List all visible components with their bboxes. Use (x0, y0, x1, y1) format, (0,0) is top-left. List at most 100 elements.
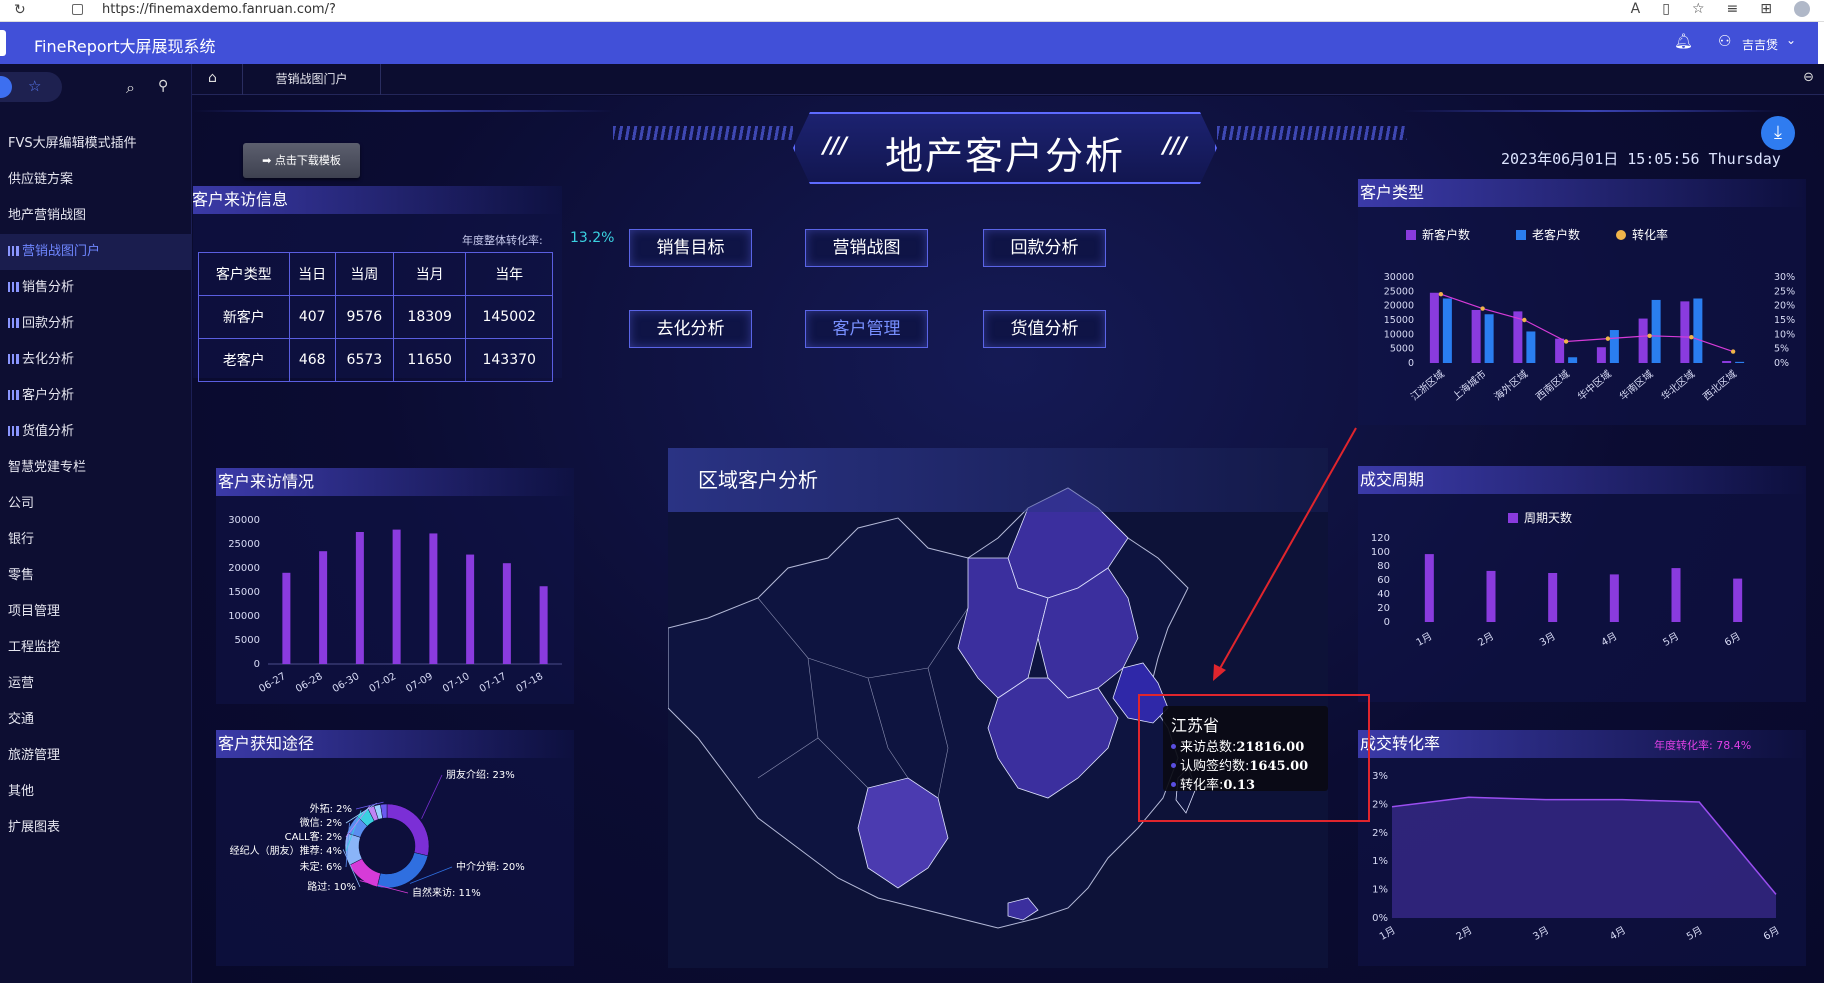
reload-icon[interactable]: ↻ (14, 2, 26, 18)
sidebar-item[interactable]: 扩展图表 (0, 810, 192, 846)
x-tick-label: 6月 (1722, 630, 1742, 649)
y-tick-label: 30000 (228, 515, 260, 526)
user-icon[interactable]: ⚇ (1718, 32, 1731, 50)
nav-button-sales-target[interactable]: 销售目标 (629, 229, 752, 267)
slice-label: 微信: 2% (300, 816, 342, 829)
nav-button-sell-through[interactable]: 去化分析 (629, 310, 752, 348)
rate-point (1730, 349, 1736, 354)
sidebar-item[interactable]: 项目管理 (0, 594, 192, 630)
x-tick-label: 6月 (1761, 924, 1781, 943)
more-options-icon[interactable]: ⊖ (1803, 70, 1814, 85)
y-tick-label-right: 15% (1774, 315, 1795, 326)
sidebar-item[interactable]: 公司 (0, 486, 192, 522)
channels-panel: 客户获知途径 朋友介绍: 23% 中介分销: 20% 自然来访: 11% 路过: 10… (216, 730, 574, 966)
sidebar-item[interactable]: 地产营销战图 (0, 198, 192, 234)
username[interactable]: 吉吉煲 (1742, 36, 1778, 53)
sidebar-item[interactable]: 旅游管理 (0, 738, 192, 774)
download-template-button[interactable]: ➡ 点击下载模板 (243, 143, 360, 178)
nav-button-collections[interactable]: 回款分析 (983, 229, 1106, 267)
home-icon[interactable]: ⌂ (208, 70, 217, 86)
download-icon[interactable]: ⤓ (1761, 116, 1795, 150)
sidebar-item[interactable]: 供应链方案 (0, 162, 192, 198)
table-header: 当月 (392, 252, 467, 296)
x-tick-label: 4月 (1599, 630, 1619, 649)
favorites-toggle[interactable]: ☆ (0, 72, 62, 102)
conversion-chart: 0% 1% 1% 2% 2% 3% 1月 2月 3月 4月 5月 6月 (1372, 771, 1781, 943)
site-info-icon[interactable] (72, 4, 83, 15)
sidebar-item[interactable]: 其他 (0, 774, 192, 810)
slice-label: 自然来访: 11% (412, 886, 481, 899)
table-cell: 407 (288, 295, 336, 339)
rate-point (1647, 333, 1652, 338)
table-cell: 11650 (392, 338, 467, 382)
table-cell: 新客户 (198, 295, 290, 339)
bar (1548, 573, 1558, 622)
tab-portal[interactable]: 营销战图门户 (243, 64, 381, 95)
sidebar-item[interactable]: 销售分析 (0, 270, 192, 306)
bell-icon[interactable]: 🔔︎ (1674, 32, 1693, 50)
nav-button-asset-value[interactable]: 货值分析 (983, 310, 1106, 348)
sidebar-item-label: 其他 (8, 784, 35, 799)
nav-button-customer-management[interactable]: 客户管理 (805, 310, 928, 348)
sidebar-item[interactable]: 工程监控 (0, 630, 192, 666)
star-icon: ☆ (28, 77, 42, 95)
sidebar-item[interactable]: 银行 (0, 522, 192, 558)
y-tick-label: 15000 (1384, 315, 1414, 326)
legend-swatch (1516, 230, 1526, 240)
nav-button-marketing-map[interactable]: 营销战图 (805, 229, 928, 267)
sidebar-item[interactable]: 去化分析 (0, 342, 192, 378)
sidebar-item[interactable]: 运营 (0, 666, 192, 702)
sidebar-item[interactable]: FVS大屏编辑模式插件 (0, 126, 192, 162)
table-row: 新客户 407 9576 18309 145002 (198, 295, 553, 339)
sidebar-nav: FVS大屏编辑模式插件 供应链方案 地产营销战图 营销战图门户 销售分析 回款分析 去化分析… (0, 126, 192, 846)
bar-chart-icon (8, 426, 19, 436)
y-tick-label: 5000 (235, 635, 260, 646)
table-header: 当周 (334, 252, 394, 296)
sidebar-item[interactable]: 客户分析 (0, 378, 192, 414)
visit-trend-panel: 客户来访情况 0 5000 10000 15000 20000 25000 30000 06-… (216, 468, 574, 704)
app-header: FineReport大屏展现系统 🔔︎ ⚇ 吉吉煲 ⌄ (0, 22, 1824, 64)
bar-old (1609, 330, 1619, 363)
bar (1671, 568, 1681, 622)
pin-icon[interactable]: ⚲ (158, 78, 168, 94)
sidebar-item[interactable]: 零售 (0, 558, 192, 594)
rate-point (1480, 306, 1485, 311)
sidebar-item[interactable]: 回款分析 (0, 306, 192, 342)
panel-title: 成交周期 (1358, 466, 1806, 494)
x-tick-label: 上海城市 (1450, 367, 1489, 403)
split-screen-icon[interactable]: ▯ (1662, 1, 1670, 17)
bar (392, 529, 401, 664)
dashboard-title-banner: /// 地产客户分析 /// (793, 112, 1217, 184)
y-tick-label: 2% (1372, 828, 1388, 839)
sidebar-item[interactable]: 交通 (0, 702, 192, 738)
bar-old (1484, 314, 1494, 363)
chevron-down-icon[interactable]: ⌄ (1786, 33, 1796, 47)
bar (466, 554, 475, 664)
sidebar-item[interactable]: 货值分析 (0, 414, 192, 450)
donut-slice (386, 803, 430, 857)
bar-old (1693, 298, 1703, 363)
address-bar[interactable]: https://finemaxdemo.fanruan.com/? (102, 2, 336, 17)
y-tick-label: 10000 (228, 611, 260, 622)
sidebar-item[interactable]: 智慧党建专栏 (0, 450, 192, 486)
x-tick-label: 07-17 (478, 671, 509, 695)
rate-point (1522, 317, 1527, 323)
y-tick-label: 1% (1372, 885, 1388, 896)
collections-icon[interactable]: ≡ (1727, 1, 1739, 17)
y-tick-label: 30000 (1384, 272, 1414, 283)
read-aloud-icon[interactable]: A (1631, 1, 1641, 17)
visit-trend-chart: 0 5000 10000 15000 20000 25000 30000 06-27 06-28… (228, 515, 562, 695)
search-icon[interactable]: ⌕ (126, 78, 135, 98)
rate-point (1563, 339, 1569, 344)
sidebar-item-label: 项目管理 (8, 604, 61, 619)
annual-rate-label: 年度整体转化率: (462, 234, 543, 247)
favorites-icon[interactable]: ☆ (1692, 1, 1705, 17)
bar (355, 532, 364, 664)
browser-profile-avatar[interactable] (1794, 1, 1810, 17)
bar (282, 572, 291, 664)
sidebar-item[interactable]: 营销战图门户 (0, 234, 192, 270)
legend-label: 周期天数 (1524, 510, 1572, 525)
annual-conversion-label: 年度转化率: 78.4% (1654, 739, 1752, 752)
extensions-icon[interactable]: ⊞ (1760, 1, 1772, 17)
legend-label: 新客户数 (1422, 227, 1470, 242)
